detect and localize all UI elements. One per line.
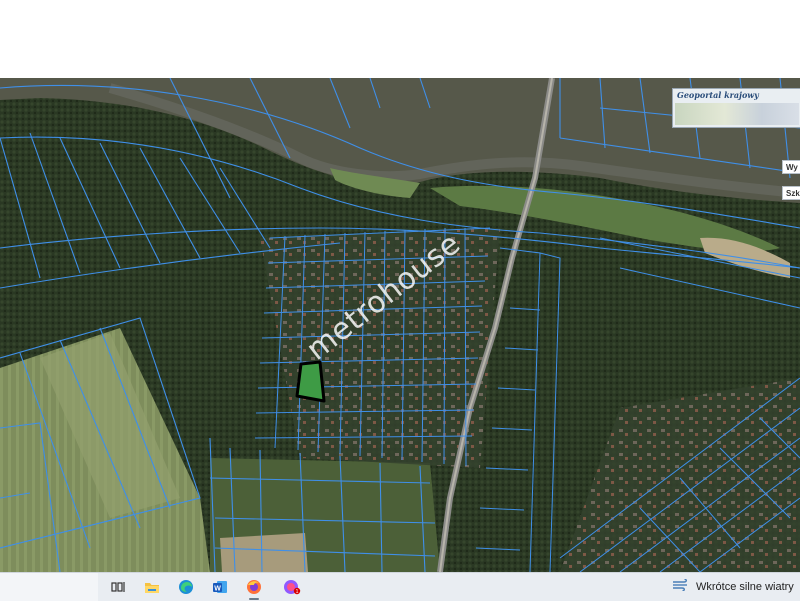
wind-icon — [672, 578, 690, 596]
top-blank-area — [0, 0, 800, 78]
word-icon[interactable]: W — [209, 577, 231, 597]
weather-text: Wkrótce silne wiatry — [696, 581, 794, 593]
edge-browser-icon[interactable] — [175, 577, 197, 597]
minimap-thumbnail[interactable] — [675, 103, 799, 125]
minimap-title: Geoportal krajowy — [677, 90, 759, 100]
map-side-button-2[interactable]: Szk — [782, 186, 800, 200]
selected-parcel[interactable] — [295, 360, 326, 403]
svg-text:W: W — [214, 586, 221, 593]
satellite-map[interactable] — [0, 78, 800, 572]
geoportal-minimap[interactable]: Geoportal krajowy — [672, 88, 800, 128]
firefox-icon[interactable] — [243, 577, 265, 600]
map-side-button-1[interactable]: Wy — [782, 160, 800, 174]
task-view-icon[interactable] — [107, 577, 129, 597]
map-view[interactable]: metrohouse Geoportal krajowy Wy Szk — [0, 78, 800, 572]
svg-text:1: 1 — [296, 589, 299, 595]
weather-widget[interactable]: Wkrótce silne wiatry — [672, 573, 794, 601]
firefox-dev-icon[interactable]: 1 — [281, 577, 303, 597]
taskbar-search-area[interactable] — [0, 573, 98, 601]
taskbar: W 1 Wkrótce silne wiatry — [0, 572, 800, 601]
file-explorer-icon[interactable] — [141, 577, 163, 597]
